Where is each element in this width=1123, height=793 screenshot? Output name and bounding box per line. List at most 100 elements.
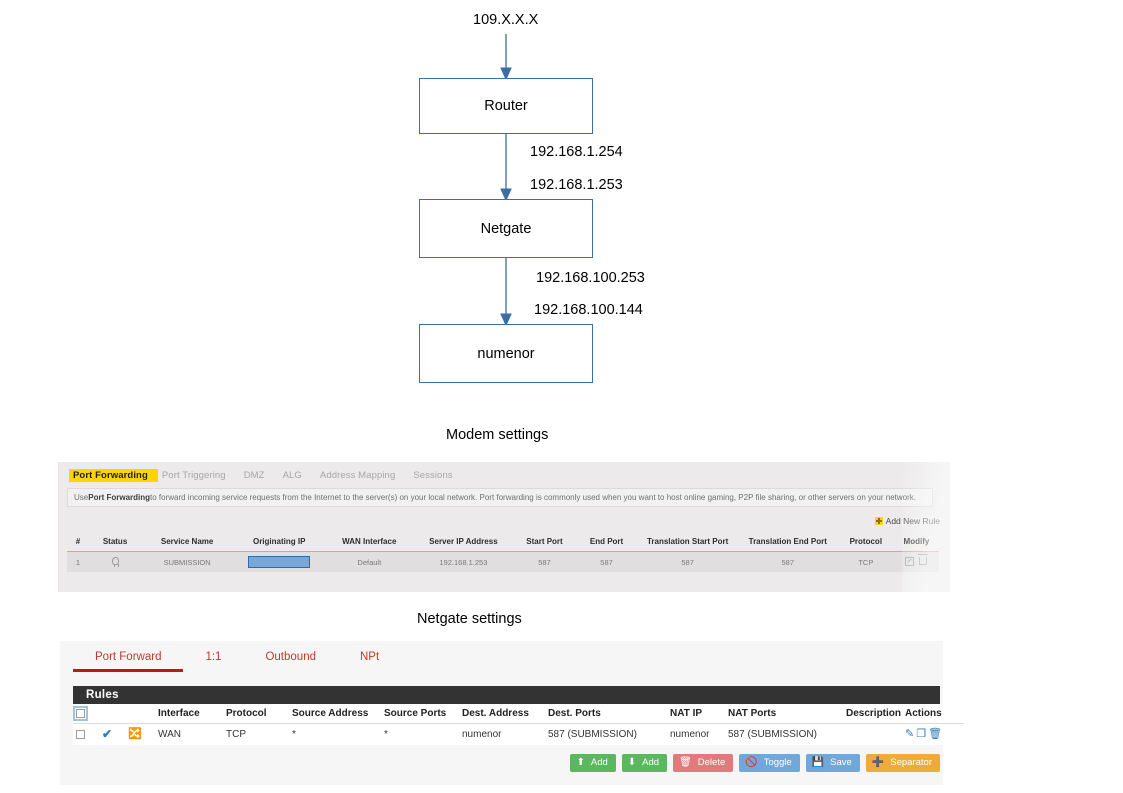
modem-cell-wan-interface: Default — [325, 551, 414, 572]
table-row[interactable]: ✔ 🔀 WAN TCP * * numenor 587 (SUBMISSION)… — [73, 723, 964, 745]
modem-description-text: Use Port Forwarding to forward incoming … — [67, 488, 933, 507]
caption-modem-settings: Modem settings — [446, 427, 549, 443]
pf-cell-description — [843, 723, 902, 745]
tab-one-to-one[interactable]: 1:1 — [183, 648, 243, 672]
diagram-node-router-label: Router — [484, 98, 528, 114]
add-rule-bottom-button[interactable]: ⬇ Add — [621, 754, 668, 773]
modem-cell-start-port: 587 — [513, 551, 576, 572]
tab-npt[interactable]: NPt — [338, 648, 401, 672]
rules-section-title: Rules — [73, 686, 940, 704]
modem-tab-label: Address Mapping — [319, 470, 396, 481]
row-select-cell[interactable] — [73, 723, 99, 745]
modem-col-start-port: Start Port — [513, 537, 576, 552]
diagram-node-netgate: Netgate — [419, 199, 593, 258]
diagram-node-netgate-label: Netgate — [480, 220, 532, 237]
modem-col-protocol: Protocol — [837, 537, 894, 552]
pf-col-spacer-1 — [99, 704, 125, 724]
save-button[interactable]: 💾 Save — [805, 754, 860, 773]
floppy-icon: 💾 — [811, 757, 825, 769]
pf-cell-interface: WAN — [155, 723, 223, 745]
select-all-checkbox[interactable] — [73, 705, 88, 721]
modem-col-wan-interface: WAN Interface — [325, 537, 414, 552]
trash-icon[interactable]: 🗑 — [928, 729, 942, 740]
add-new-rule-button[interactable]: Add New Rule — [874, 516, 940, 526]
modem-settings-panel: Port Forwarding Port Triggering DMZ ALG … — [58, 462, 950, 592]
rule-nat-cell: 🔀 — [125, 723, 155, 745]
modem-tab-port-forwarding[interactable]: Port Forwarding — [69, 469, 158, 482]
pf-col-dest-address: Dest. Address — [459, 704, 545, 724]
pf-cell-source-address: * — [289, 723, 381, 745]
plus-icon — [874, 517, 883, 525]
pf-col-dest-ports: Dest. Ports — [545, 704, 667, 724]
modem-col-server-ip: Server IP Address — [413, 537, 514, 552]
separator-button[interactable]: ➕ Separator — [865, 754, 940, 773]
pf-cell-dest-ports: 587 (SUBMISSION) — [545, 723, 667, 745]
modem-cell-index: 1 — [67, 551, 90, 572]
tab-outbound[interactable]: Outbound — [243, 648, 338, 672]
pf-col-protocol: Protocol — [223, 704, 289, 724]
pf-col-nat-ip: NAT IP — [667, 704, 725, 724]
modem-tab-alg[interactable]: ALG — [279, 469, 316, 482]
check-icon[interactable]: ✔ — [102, 727, 112, 741]
table-row[interactable]: 1 SUBMISSION Default 192.168.1.253 587 5… — [67, 551, 939, 572]
modem-tab-sessions[interactable]: Sessions — [409, 469, 466, 482]
originating-ip-selection[interactable] — [248, 556, 311, 568]
modem-tab-address-mapping[interactable]: Address Mapping — [316, 469, 409, 482]
modem-tab-dmz[interactable]: DMZ — [240, 469, 279, 482]
arrow-up-icon: ⬆ — [576, 757, 585, 769]
rules-action-buttons: ⬆ Add ⬇ Add 🗑 Delete 🚫 Toggle 💾 Save ➕ S… — [570, 754, 940, 773]
desc-bold: Port Forwarding — [88, 493, 151, 502]
modem-cell-modify — [893, 551, 939, 572]
modem-tab-label: Port Forwarding — [73, 470, 148, 481]
select-all-cell[interactable] — [73, 704, 99, 724]
arrow-down-icon: ⬇ — [627, 757, 637, 769]
modem-cell-status — [89, 551, 142, 572]
network-diagram: 109.X.X.X Router Netgate numenor 192.168… — [0, 0, 1123, 410]
delete-button[interactable]: 🗑 Delete — [673, 754, 734, 773]
edit-icon[interactable] — [905, 556, 915, 566]
modem-cell-end-port: 587 — [575, 551, 638, 572]
pfsense-rules-table: Interface Protocol Source Address Source… — [73, 704, 964, 745]
trash-icon: 🗑 — [679, 757, 692, 769]
modem-col-service-name: Service Name — [141, 537, 234, 552]
modem-cell-server-ip: 192.168.1.253 — [413, 551, 514, 572]
pfsense-table-header-row: Interface Protocol Source Address Source… — [73, 704, 964, 724]
edge-label-netgate-upstream: 192.168.1.253 — [530, 177, 623, 193]
toggle-button[interactable]: 🚫 Toggle — [739, 754, 800, 773]
pencil-icon[interactable]: ✎ — [905, 729, 914, 740]
pf-cell-actions: ✎ ❐ 🗑 — [902, 723, 964, 745]
lightbulb-icon — [111, 557, 119, 567]
desc-prefix: Use — [74, 493, 89, 502]
pf-cell-protocol: TCP — [223, 723, 289, 745]
pf-col-description: Description — [843, 704, 902, 724]
modem-port-forwarding-table: # Status Service Name Originating IP WAN… — [67, 537, 939, 572]
button-label: Add — [590, 757, 608, 768]
diagram-node-router: Router — [419, 78, 593, 134]
desc-suffix: to forward incoming service requests fro… — [150, 493, 917, 502]
modem-cell-service-name: SUBMISSION — [141, 551, 234, 572]
copy-icon[interactable]: ❐ — [916, 729, 926, 740]
rule-enabled-cell[interactable]: ✔ — [99, 723, 125, 745]
edge-label-netgate-downstream: 192.168.100.253 — [536, 270, 645, 286]
modem-tab-bar: Port Forwarding Port Triggering DMZ ALG … — [69, 469, 467, 482]
edge-label-router-downstream: 192.168.1.254 — [530, 144, 623, 160]
caption-netgate-settings: Netgate settings — [417, 611, 522, 627]
button-label: Delete — [697, 757, 726, 768]
ban-icon: 🚫 — [745, 757, 758, 769]
edge-label-numenor-upstream: 192.168.100.144 — [534, 302, 643, 318]
button-label: Add — [642, 757, 660, 768]
pf-cell-nat-ports: 587 (SUBMISSION) — [725, 723, 843, 745]
add-rule-top-button[interactable]: ⬆ Add — [570, 754, 616, 773]
modify-icon-group — [905, 554, 929, 566]
button-label: Toggle — [763, 757, 792, 768]
modem-tab-label: Port Triggering — [161, 470, 226, 481]
modem-cell-originating-ip[interactable] — [233, 551, 326, 572]
trash-icon[interactable] — [918, 554, 929, 565]
pf-cell-dest-address[interactable]: numenor — [459, 723, 545, 745]
tab-port-forward[interactable]: Port Forward — [73, 648, 184, 672]
button-label: Save — [830, 757, 852, 768]
modem-tab-port-triggering[interactable]: Port Triggering — [158, 469, 240, 482]
row-checkbox[interactable] — [76, 729, 85, 739]
pf-cell-nat-ip[interactable]: numenor — [667, 723, 725, 745]
diagram-node-numenor: numenor — [419, 324, 593, 383]
